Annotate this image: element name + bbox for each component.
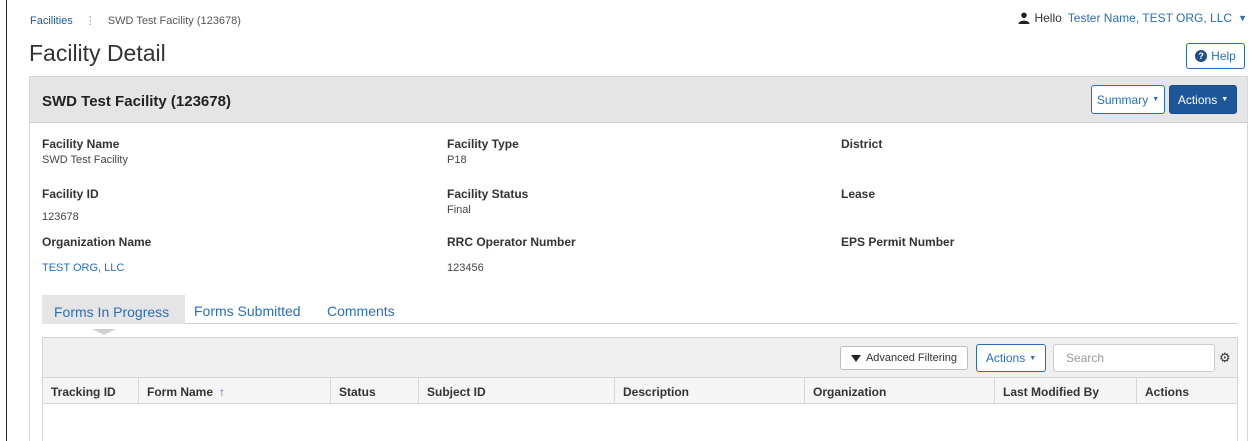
sort-ascending-icon: ↑ <box>219 385 226 399</box>
field-label: Facility Name <box>42 137 120 151</box>
column-header-status[interactable]: Status <box>331 378 419 404</box>
field-label: Organization Name <box>42 235 152 249</box>
field-label: EPS Permit Number <box>841 235 955 249</box>
field-lease: Lease <box>841 187 875 204</box>
field-facility-type: Facility Type P18 <box>447 137 519 166</box>
field-facility-id: Facility ID 123678 <box>42 187 99 223</box>
column-header-last-modified-by[interactable]: Last Modified By <box>995 378 1137 404</box>
field-facility-status: Facility Status Final <box>447 187 528 216</box>
question-icon: ? <box>1195 50 1208 62</box>
tab-forms-in-progress[interactable]: Forms In Progress <box>42 295 186 324</box>
column-header-organization[interactable]: Organization <box>805 378 995 404</box>
field-label: Lease <box>841 187 876 201</box>
column-header-tracking-id[interactable]: Tracking ID <box>43 378 139 404</box>
tab-comments[interactable]: Comments <box>327 295 395 324</box>
actions-label: Actions <box>1177 92 1218 107</box>
forms-grid: Advanced Filtering Actions ▼ ⚙ Tracking … <box>42 337 1238 441</box>
user-menu[interactable]: Hello Tester Name, TEST ORG, LLC ▼ <box>1018 11 1247 25</box>
user-greeting: Hello <box>1034 11 1062 25</box>
advanced-filtering-button[interactable]: Advanced Filtering <box>840 346 968 370</box>
field-value: 123678 <box>42 211 79 223</box>
caret-down-icon: ▼ <box>1029 354 1037 362</box>
column-label: Organization <box>813 385 887 399</box>
actions-button[interactable]: Actions ▼ <box>1169 85 1237 114</box>
field-value: Final <box>447 204 471 216</box>
field-value: 123456 <box>447 262 484 274</box>
active-tab-pointer <box>92 329 116 335</box>
field-label: Facility Type <box>447 137 519 151</box>
column-header-actions[interactable]: Actions <box>1137 378 1237 404</box>
window-border <box>6 0 7 441</box>
column-label: Tracking ID <box>51 385 116 399</box>
grid-actions-label: Actions <box>985 351 1026 365</box>
column-label: Status <box>339 385 376 399</box>
field-value: P18 <box>447 154 467 166</box>
field-label: District <box>841 137 883 151</box>
gear-icon[interactable]: ⚙ <box>1219 350 1231 366</box>
breadcrumb-separator: ⋮ <box>84 15 96 27</box>
grid-actions-button[interactable]: Actions ▼ <box>976 344 1046 372</box>
breadcrumb-current: SWD Test Facility (123678) <box>107 14 241 27</box>
help-label: Help <box>1211 49 1236 63</box>
summary-label: Summary <box>1096 92 1149 107</box>
panel-title: SWD Test Facility (123678) <box>42 93 231 110</box>
filter-icon <box>850 354 861 362</box>
column-header-form-name[interactable]: Form Name ↑ <box>139 378 331 404</box>
field-value: SWD Test Facility <box>42 154 128 166</box>
advanced-filtering-label: Advanced Filtering <box>865 352 958 364</box>
organization-link[interactable]: TEST ORG, LLC <box>42 262 151 274</box>
column-header-description[interactable]: Description <box>615 378 805 404</box>
breadcrumb: Facilities ⋮ SWD Test Facility (123678) <box>30 14 241 28</box>
field-label: Facility Status <box>447 187 529 201</box>
field-label: RRC Operator Number <box>447 235 576 249</box>
column-label: Actions <box>1145 385 1190 399</box>
column-label: Description <box>623 385 690 399</box>
field-label: Facility ID <box>42 187 99 201</box>
field-district: District <box>841 137 882 154</box>
search-input[interactable] <box>1053 344 1215 372</box>
user-icon <box>1018 12 1030 24</box>
grid-toolbar: Advanced Filtering Actions ▼ ⚙ <box>43 338 1237 378</box>
user-name-link[interactable]: Tester Name, TEST ORG, LLC <box>1068 11 1232 25</box>
caret-down-icon: ▼ <box>1238 13 1247 23</box>
field-facility-name: Facility Name SWD Test Facility <box>42 137 128 166</box>
tab-forms-submitted[interactable]: Forms Submitted <box>194 295 301 324</box>
facility-panel: SWD Test Facility (123678) Summary ▼ Act… <box>29 76 1248 441</box>
column-label: Form Name <box>147 385 214 399</box>
column-label: Last Modified By <box>1003 385 1100 399</box>
column-label: Subject ID <box>427 385 486 399</box>
grid-header-row: Tracking ID Form Name ↑ Status Subject ID… <box>43 378 1237 404</box>
field-rrc-operator-number: RRC Operator Number 123456 <box>447 235 576 274</box>
caret-down-icon: ▼ <box>1221 96 1229 103</box>
field-eps-permit-number: EPS Permit Number <box>841 235 954 252</box>
caret-down-icon: ▼ <box>1152 96 1160 103</box>
panel-header: SWD Test Facility (123678) Summary ▼ Act… <box>30 77 1247 123</box>
page-title: Facility Detail <box>29 40 166 66</box>
breadcrumb-facilities-link[interactable]: Facilities <box>30 15 73 27</box>
column-header-subject-id[interactable]: Subject ID <box>419 378 615 404</box>
field-organization-name: Organization Name TEST ORG, LLC <box>42 235 151 274</box>
summary-button[interactable]: Summary ▼ <box>1091 85 1165 114</box>
help-button[interactable]: ? Help <box>1186 43 1245 69</box>
tab-bar: Forms In Progress Forms Submitted Commen… <box>42 295 1238 324</box>
